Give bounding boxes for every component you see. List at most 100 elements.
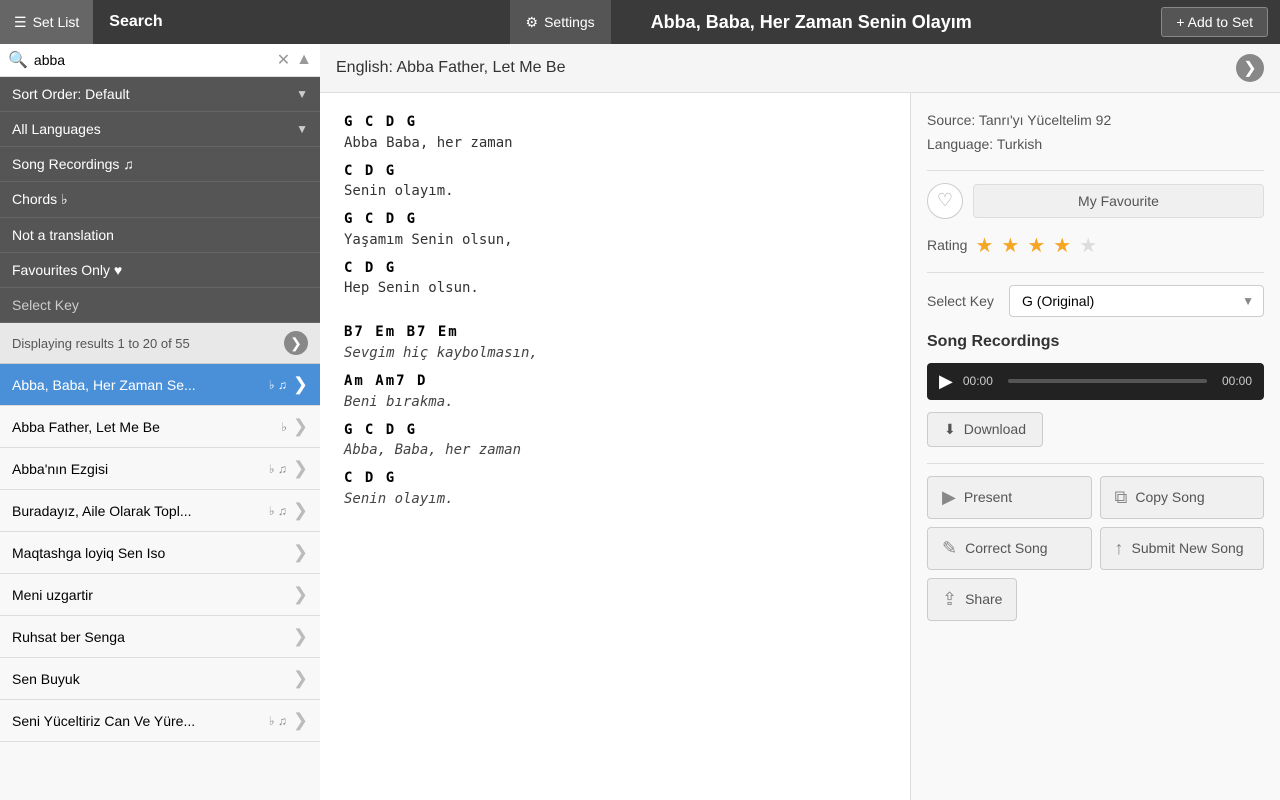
download-icon: ⬇ (944, 421, 956, 438)
song-arrow-icon: ❯ (293, 542, 308, 563)
download-label: Download (964, 421, 1026, 437)
sort-order-filter[interactable]: Sort Order: Default ▼ (0, 77, 320, 112)
chord-line: B7 Em B7 Em (344, 323, 886, 343)
share-label: Share (965, 591, 1002, 607)
search-label: Search (93, 13, 162, 31)
submit-new-song-label: Submit New Song (1132, 540, 1244, 556)
audio-progress-bar[interactable] (1008, 379, 1207, 383)
sort-order-arrow-icon: ▼ (296, 87, 308, 101)
settings-button[interactable]: ⚙ Settings (510, 0, 611, 44)
set-list-button[interactable]: ☰ Set List (0, 0, 93, 44)
song-icons: ♭ ♫ (269, 462, 287, 476)
rating-row: Rating ★ ★ ★ ★ ★ (927, 233, 1264, 258)
correct-icon: ✎ (942, 538, 957, 559)
add-to-set-button[interactable]: + Add to Set (1161, 7, 1268, 37)
copy-song-button[interactable]: ⧉ Copy Song (1100, 476, 1265, 519)
content-area: English: Abba Father, Let Me Be ❯ G C D … (320, 44, 1280, 800)
results-info: Displaying results 1 to 20 of 55 ❯ (0, 323, 320, 364)
top-bar-left: ☰ Set List Search (0, 0, 320, 44)
lyric-italic-line: Sevgim hiç kaybolmasın, (344, 343, 886, 364)
action-grid-1: ▶ Present ⧉ Copy Song (927, 476, 1264, 519)
chords-toggle[interactable]: Chords ♭ (0, 182, 320, 218)
audio-time-total: 00:00 (1217, 374, 1252, 388)
present-label: Present (964, 489, 1012, 505)
my-favourite-label: My Favourite (1078, 193, 1159, 209)
lyric-gap (344, 307, 886, 323)
song-list: Abba, Baba, Her Zaman Se...♭ ♫❯Abba Fath… (0, 364, 320, 800)
submit-icon: ↑ (1115, 538, 1124, 559)
play-button[interactable]: ▶ (939, 371, 953, 392)
favourites-only-toggle[interactable]: Favourites Only ♥ (0, 253, 320, 288)
share-button[interactable]: ⇪ Share (927, 578, 1017, 621)
lyric-italic-line: Beni bırakma. (344, 392, 886, 413)
correct-song-button[interactable]: ✎ Correct Song (927, 527, 1092, 570)
song-recordings-section-title: Song Recordings (927, 333, 1264, 351)
search-input[interactable] (34, 52, 271, 68)
key-select[interactable]: G (Original) A B C D E F (1009, 285, 1264, 317)
lyrics-area: G C D GAbba Baba, her zamanC D GSenin ol… (320, 93, 910, 800)
song-name: Abba'nın Ezgisi (12, 461, 269, 477)
song-icons: ♭ ♫ (269, 714, 287, 728)
download-button[interactable]: ⬇ Download (927, 412, 1043, 447)
song-arrow-icon: ❯ (293, 458, 308, 479)
top-bar-center: ⚙ Settings Abba, Baba, Her Zaman Senin O… (320, 0, 1161, 44)
rating-label: Rating (927, 237, 967, 253)
list-item[interactable]: Sen Buyuk❯ (0, 658, 320, 700)
song-arrow-icon: ❯ (293, 668, 308, 689)
lyric-italic-line: Senin olayım. (344, 489, 886, 510)
gear-icon: ⚙ (526, 14, 539, 31)
results-text: Displaying results 1 to 20 of 55 (12, 336, 190, 351)
star-5[interactable]: ★ (1079, 233, 1097, 258)
star-2[interactable]: ★ (1001, 233, 1019, 258)
submit-new-song-button[interactable]: ↑ Submit New Song (1100, 527, 1265, 570)
main-area: 🔍 ✕ ▲ Sort Order: Default ▼ All Language… (0, 44, 1280, 800)
lyric-line: Hep Senin olsun. (344, 278, 886, 299)
star-3[interactable]: ★ (1027, 233, 1045, 258)
song-name: Seni Yüceltiriz Can Ve Yüre... (12, 713, 269, 729)
search-bar: 🔍 ✕ ▲ (0, 44, 320, 77)
list-item[interactable]: Meni uzgartir❯ (0, 574, 320, 616)
audio-time-current: 00:00 (963, 374, 998, 388)
lyric-line: Abba Baba, her zaman (344, 133, 886, 154)
list-icon: ☰ (14, 14, 27, 31)
select-key-placeholder: Select Key (12, 297, 79, 313)
not-translation-toggle[interactable]: Not a translation (0, 218, 320, 253)
all-languages-filter[interactable]: All Languages ▼ (0, 112, 320, 147)
search-up-button[interactable]: ▲ (296, 51, 312, 69)
lyric-line: Yaşamım Senin olsun, (344, 230, 886, 251)
song-name: Meni uzgartir (12, 587, 287, 603)
list-item[interactable]: Seni Yüceltiriz Can Ve Yüre...♭ ♫ ❯ (0, 700, 320, 742)
star-1[interactable]: ★ (975, 233, 993, 258)
present-icon: ▶ (942, 487, 956, 508)
song-name: Abba, Baba, Her Zaman Se... (12, 377, 269, 393)
languages-arrow-icon: ▼ (296, 122, 308, 136)
song-icons: ♭ ♫ (269, 378, 287, 392)
not-translation-label: Not a translation (12, 227, 114, 243)
song-arrow-icon: ❯ (293, 710, 308, 731)
song-name: Buradayız, Aile Olarak Topl... (12, 503, 269, 519)
list-item[interactable]: Ruhsat ber Senga❯ (0, 616, 320, 658)
song-recordings-toggle[interactable]: Song Recordings ♫ (0, 147, 320, 182)
list-item[interactable]: Abba, Baba, Her Zaman Se...♭ ♫❯ (0, 364, 320, 406)
present-button[interactable]: ▶ Present (927, 476, 1092, 519)
content-body: G C D GAbba Baba, her zamanC D GSenin ol… (320, 93, 1280, 800)
list-item[interactable]: Abba'nın Ezgisi♭ ♫ ❯ (0, 448, 320, 490)
list-item[interactable]: Buradayız, Aile Olarak Topl...♭ ♫❯ (0, 490, 320, 532)
top-bar-right: + Add to Set (1161, 7, 1280, 37)
share-icon: ⇪ (942, 589, 957, 610)
results-next-button[interactable]: ❯ (284, 331, 308, 355)
favourite-icon-button[interactable]: ♡ (927, 183, 963, 219)
copy-song-label: Copy Song (1135, 489, 1204, 505)
copy-icon: ⧉ (1115, 487, 1128, 508)
favourite-label-button[interactable]: My Favourite (973, 184, 1264, 218)
content-nav-button[interactable]: ❯ (1236, 54, 1264, 82)
song-arrow-icon: ❯ (293, 416, 308, 437)
list-item[interactable]: Abba Father, Let Me Be♭❯ (0, 406, 320, 448)
sort-order-label: Sort Order: Default (12, 86, 130, 102)
favourites-only-label: Favourites Only ♥ (12, 262, 122, 278)
star-4[interactable]: ★ (1053, 233, 1071, 258)
source-text: Source: Tanrı'yı Yüceltelim 92 (927, 109, 1264, 131)
list-item[interactable]: Maqtashga loyiq Sen Iso❯ (0, 532, 320, 574)
content-header: English: Abba Father, Let Me Be ❯ (320, 44, 1280, 93)
search-clear-button[interactable]: ✕ (277, 50, 290, 70)
